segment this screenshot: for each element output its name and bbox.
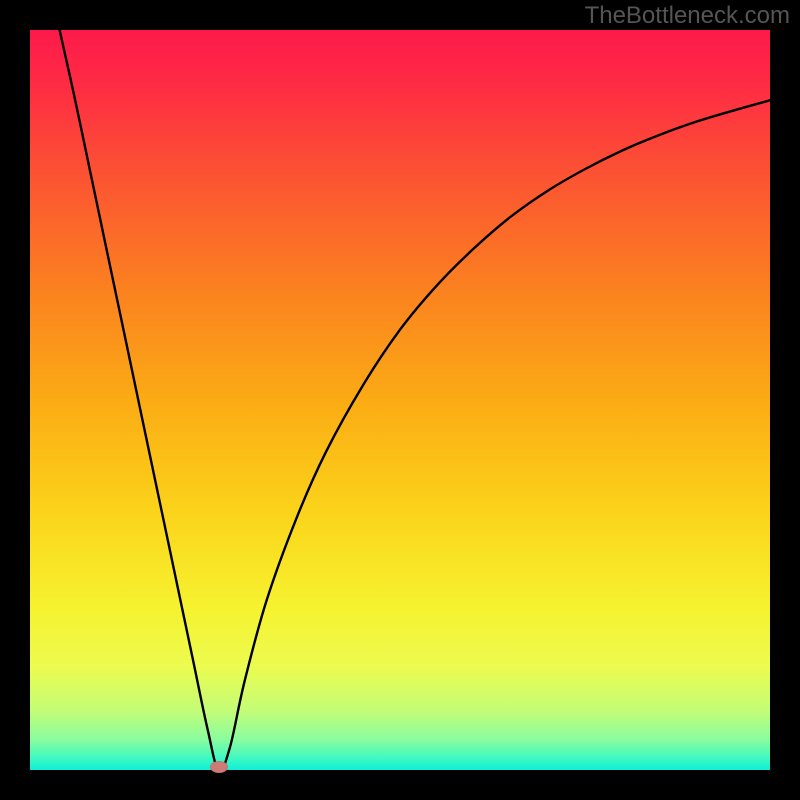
min-point-marker: [210, 761, 228, 773]
watermark-label: TheBottleneck.com: [585, 2, 790, 30]
chart-frame: TheBottleneck.com: [0, 0, 800, 800]
bottleneck-curve: [30, 30, 770, 770]
